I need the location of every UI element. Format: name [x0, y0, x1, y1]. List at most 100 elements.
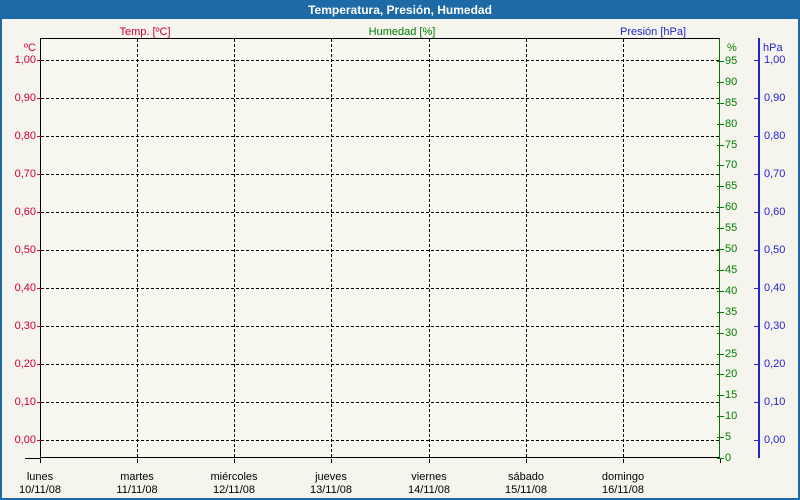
pressure-axis-tick — [754, 440, 759, 441]
pressure-axis-unit: hPa — [763, 42, 783, 54]
humidity-tick-label: 75 — [725, 139, 738, 151]
humidity-axis-tick — [717, 186, 724, 187]
temp-tick-label: 0,10 — [14, 396, 36, 408]
humidity-axis-tick — [717, 333, 724, 334]
grid-line-h — [41, 60, 719, 61]
humidity-axis-tick — [717, 416, 724, 417]
date-label: 13/11/08 — [309, 484, 353, 496]
pressure-tick-label: 0,60 — [764, 206, 786, 218]
humidity-tick-label: 25 — [725, 348, 738, 360]
humidity-tick-label: 15 — [725, 389, 738, 401]
humidity-axis-tick — [717, 103, 724, 104]
humidity-tick-label: 55 — [725, 222, 738, 234]
plot-area — [40, 38, 720, 458]
humidity-axis-tick — [717, 249, 724, 250]
pressure-axis-tick — [754, 98, 759, 99]
window-title: Temperatura, Presión, Humedad — [308, 3, 492, 17]
humidity-axis-tick — [717, 145, 724, 146]
date-label: 14/11/08 — [407, 484, 451, 496]
pressure-axis-tick — [754, 60, 759, 61]
pressure-axis-tick — [754, 174, 759, 175]
pressure-tick-label: 0,00 — [764, 434, 786, 446]
pressure-tick-label: 0,10 — [764, 396, 786, 408]
pressure-tick-label: 0,70 — [764, 168, 786, 180]
pressure-axis-tick — [754, 288, 759, 289]
temp-axis-tick — [37, 288, 41, 289]
temp-tick-label: 0,80 — [14, 130, 36, 142]
temp-axis-tick — [37, 60, 41, 61]
pressure-axis-tick — [754, 402, 759, 403]
temp-tick-label: 0,60 — [14, 206, 36, 218]
grid-line-h — [41, 364, 719, 365]
temp-tick-label: 0,90 — [14, 92, 36, 104]
x-axis-extension — [25, 458, 41, 459]
temp-axis-tick — [37, 98, 41, 99]
temp-tick-label: 0,40 — [14, 282, 36, 294]
grid-line-h — [41, 250, 719, 251]
humidity-axis-tick — [717, 228, 724, 229]
x-axis-tick — [137, 459, 138, 463]
humidity-axis-tick — [717, 82, 724, 83]
humidity-axis-tick — [717, 395, 724, 396]
humidity-axis-tick — [717, 437, 724, 438]
x-axis-tick — [623, 459, 624, 463]
grid-line-v — [622, 39, 624, 457]
x-axis-tick — [526, 459, 527, 463]
humidity-axis-tick — [717, 124, 724, 125]
grid-line-v — [234, 39, 236, 457]
grid-line-v — [428, 39, 430, 457]
humidity-tick-label: 95 — [725, 55, 738, 67]
temp-axis-tick — [37, 250, 41, 251]
temp-tick-label: 0,50 — [14, 244, 36, 256]
temp-tick-label: 0,30 — [14, 320, 36, 332]
humidity-axis-tick — [717, 61, 724, 62]
pressure-axis-tick — [754, 136, 759, 137]
x-axis-tick — [331, 459, 332, 463]
pressure-tick-label: 0,90 — [764, 92, 786, 104]
pressure-tick-label: 0,30 — [764, 320, 786, 332]
temp-tick-label: 1,00 — [14, 54, 36, 66]
humidity-tick-label: 60 — [725, 201, 738, 213]
date-label: 16/11/08 — [601, 484, 645, 496]
grid-line-h — [41, 326, 719, 327]
humidity-tick-label: 80 — [725, 118, 738, 130]
date-label: 11/11/08 — [116, 484, 158, 496]
pressure-tick-label: 0,80 — [764, 130, 786, 142]
humidity-tick-label: 40 — [725, 285, 738, 297]
x-axis-tick — [234, 459, 235, 463]
pressure-axis-line — [758, 38, 760, 458]
day-label: miércoles — [210, 471, 258, 483]
chart-window: Temperatura, Presión, Humedad Temp. [ºC]… — [0, 0, 800, 500]
humidity-axis-tick — [717, 270, 724, 271]
grid-line-h — [41, 402, 719, 403]
title-bar: Temperatura, Presión, Humedad — [2, 2, 798, 19]
pressure-axis-tick — [754, 364, 759, 365]
pressure-axis-tick — [754, 212, 759, 213]
grid-line-v — [525, 39, 527, 457]
temp-axis-tick — [37, 440, 41, 441]
pressure-axis-tick — [754, 326, 759, 327]
grid-line-h — [41, 136, 719, 137]
day-label: martes — [120, 471, 154, 483]
humidity-axis-tick — [717, 291, 724, 292]
humidity-axis-tick — [717, 165, 724, 166]
temp-tick-label: 0,70 — [14, 168, 36, 180]
humidity-tick-label: 50 — [725, 243, 738, 255]
day-label: jueves — [315, 471, 347, 483]
humidity-tick-label: 90 — [725, 76, 738, 88]
pressure-tick-label: 0,40 — [764, 282, 786, 294]
humidity-tick-label: 20 — [725, 368, 738, 380]
humidity-tick-label: 45 — [725, 264, 738, 276]
x-axis-tick — [720, 459, 721, 463]
humidity-axis-tick — [717, 354, 724, 355]
humidity-tick-label: 10 — [725, 410, 738, 422]
grid-line-h — [41, 174, 719, 175]
grid-line-v — [331, 39, 333, 457]
pressure-axis-tick — [754, 250, 759, 251]
humidity-tick-label: 65 — [725, 180, 738, 192]
temp-tick-label: 0,20 — [14, 358, 36, 370]
temp-axis-tick — [37, 326, 41, 327]
day-label: viernes — [411, 471, 447, 483]
pressure-tick-label: 0,50 — [764, 244, 786, 256]
humidity-axis-tick — [717, 312, 724, 313]
